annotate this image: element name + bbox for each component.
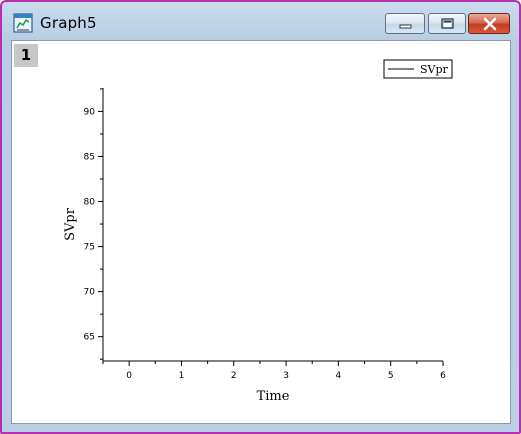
x-tick-label: 1 [179,371,185,381]
legend[interactable]: SVpr [383,59,453,79]
close-button[interactable] [468,13,510,34]
y-tick-label: 65 [84,333,95,343]
x-tick-label: 0 [126,371,132,381]
y-tick-label: 90 [84,107,96,117]
y-tick-label: 80 [84,198,96,208]
x-tick-label: 4 [336,371,342,381]
graph-window-icon [13,13,33,33]
maximize-icon [441,18,454,29]
y-tick-label: 75 [84,243,95,253]
plot-area[interactable]: 0 1 2 3 4 5 6 65 70 75 80 85 90 Time SVpr SVpr [12,41,510,423]
graph-page[interactable]: 1 0 1 2 3 4 5 6 65 70 75 80 85 90 Time SVpr SVpr [11,40,511,424]
x-tick-label: 6 [440,371,446,381]
legend-entry-label: SVpr [420,63,449,76]
tick-labels: 0 1 2 3 4 5 6 65 70 75 80 85 90 [84,107,447,381]
minimize-icon [399,24,412,29]
maximize-button[interactable] [428,13,466,34]
x-tick-label: 2 [231,371,237,381]
y-axis-title[interactable]: SVpr [63,207,78,241]
x-axis-title[interactable]: Time [257,389,290,404]
x-tick-label: 5 [388,371,394,381]
close-icon [483,17,497,31]
minimize-button[interactable] [385,13,425,34]
x-tick-label: 3 [283,371,289,381]
graph-window: Graph5 1 0 1 2 3 4 5 6 65 70 75 80 85 90 [0,0,521,434]
axes [102,88,443,362]
y-tick-label: 70 [84,288,96,298]
axis-ticks [98,88,444,366]
window-title: Graph5 [40,14,97,32]
y-tick-label: 85 [84,152,95,162]
title-bar[interactable]: Graph5 [2,2,519,40]
